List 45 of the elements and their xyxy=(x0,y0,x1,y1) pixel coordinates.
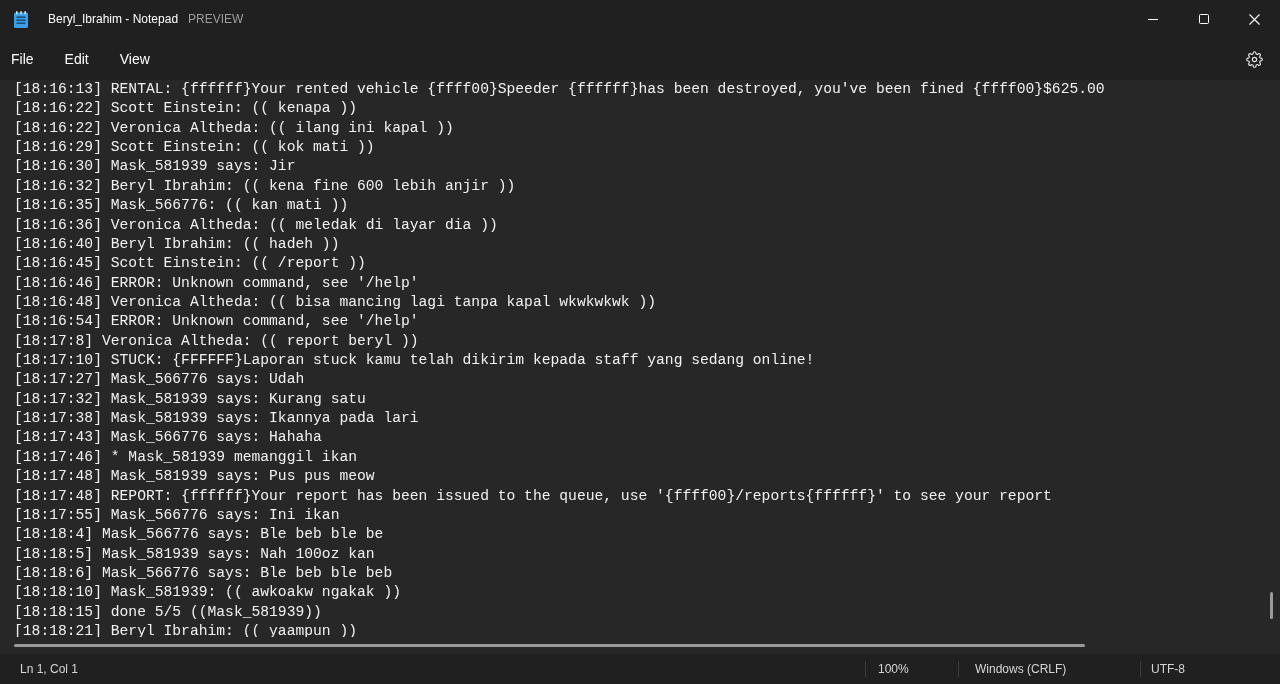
text-line: [18:18:6] Mask_566776 says: Ble beb ble beb xyxy=(14,564,393,583)
text-line: [18:18:4] Mask_566776 says: Ble beb ble be xyxy=(14,525,384,545)
encoding: UTF-8 xyxy=(1151,661,1185,678)
text-line: [18:17:8] Veronica Altheda: (( report beryl )) xyxy=(14,331,419,351)
menu-item[interactable]: View xyxy=(108,44,161,74)
line-ending: Windows (CRLF) xyxy=(975,661,1067,678)
text-line: [18:17:10] STUCK: {FFFFFF}Laporan stuck kamu telah dikirim kepada staff yang sedang online! xyxy=(14,351,815,371)
text-line: [18:18:10] Mask_581939: (( awkoakw ngakak )) xyxy=(14,583,401,603)
text-line: [18:17:38] Mask_581939 says: Ikannya pada lari xyxy=(14,409,419,429)
text-line: [18:17:27] Mask_566776 says: Udah xyxy=(14,370,305,390)
text-line: [18:16:29] Scott Einstein: (( kok mati )) xyxy=(14,138,375,158)
window-title: Beryl_Ibrahim - Notepad xyxy=(48,11,179,28)
text-line: [18:16:48] Veronica Altheda: (( bisa mancing lagi tanpa kapal wkwkwkwk )) xyxy=(14,292,657,312)
text-line: [18:17:32] Mask_581939 says: Kurang satu xyxy=(14,389,366,409)
close-icon xyxy=(1249,13,1260,25)
text-line: [18:16:45] Scott Einstein: (( /report )) xyxy=(14,254,366,274)
text-line: [18:18:5] Mask_581939 says: Nah 100oz kan xyxy=(14,544,375,564)
menu-item[interactable]: File xyxy=(0,44,45,74)
text-line: [18:17:46] * Mask_581939 memanggil ikan xyxy=(14,447,357,467)
settings-button[interactable] xyxy=(1244,49,1264,69)
text-line: [18:18:15] done 5/5 ((Mask_581939)) xyxy=(14,602,322,622)
text-line: [18:16:54] ERROR: Unknown command, see '/help' xyxy=(14,312,419,332)
text-line: [18:16:32] Beryl Ibrahim: (( kena fine 600 lebih anjir )) xyxy=(14,176,516,196)
preview-label: PREVIEW xyxy=(188,11,244,28)
text-line: [18:16:22] Scott Einstein: (( kenapa )) xyxy=(14,99,357,119)
text-line: [18:17:48] REPORT: {ffffff}Your report has been issued to the queue, use '{ffff00}/reports{ffffff}' to see your report xyxy=(14,486,1052,506)
menu-item[interactable]: Edit xyxy=(53,44,100,74)
horizontal-scrollbar-thumb[interactable] xyxy=(14,644,1085,647)
text-line: [18:17:48] Mask_581939 says: Pus pus meow xyxy=(14,467,375,487)
text-line: [18:16:22] Veronica Altheda: (( ilang ini kapal )) xyxy=(14,118,454,138)
text-line: [18:16:13] RENTAL: {ffffff}Your rented vehicle {ffff00}Speeder {ffffff}has been destroyed, you've been fined {ffff00}$625.00 xyxy=(14,80,1105,99)
text-line: [18:16:36] Veronica Altheda: (( meledak di layar dia )) xyxy=(14,215,498,235)
cursor-position: Ln 1, Col 1 xyxy=(20,661,79,678)
notepad-icon xyxy=(14,10,28,28)
vertical-scrollbar-thumb[interactable] xyxy=(1270,592,1273,619)
text-line: [18:16:40] Beryl Ibrahim: (( hadeh )) xyxy=(14,234,340,254)
zoom-level: 100% xyxy=(878,661,909,678)
text-line: [18:16:30] Mask_581939 says: Jir xyxy=(14,157,296,177)
maximize-icon xyxy=(1198,14,1209,24)
settings-icon xyxy=(1245,50,1263,68)
text-line: [18:17:55] Mask_566776 says: Ini ikan xyxy=(14,505,340,525)
text-line: [18:17:43] Mask_566776 says: Hahaha xyxy=(14,428,322,448)
minimize-icon xyxy=(1147,18,1158,20)
text-line: [18:16:35] Mask_566776: (( kan mati )) xyxy=(14,196,349,216)
text-line: [18:16:46] ERROR: Unknown command, see '/help' xyxy=(14,273,419,293)
